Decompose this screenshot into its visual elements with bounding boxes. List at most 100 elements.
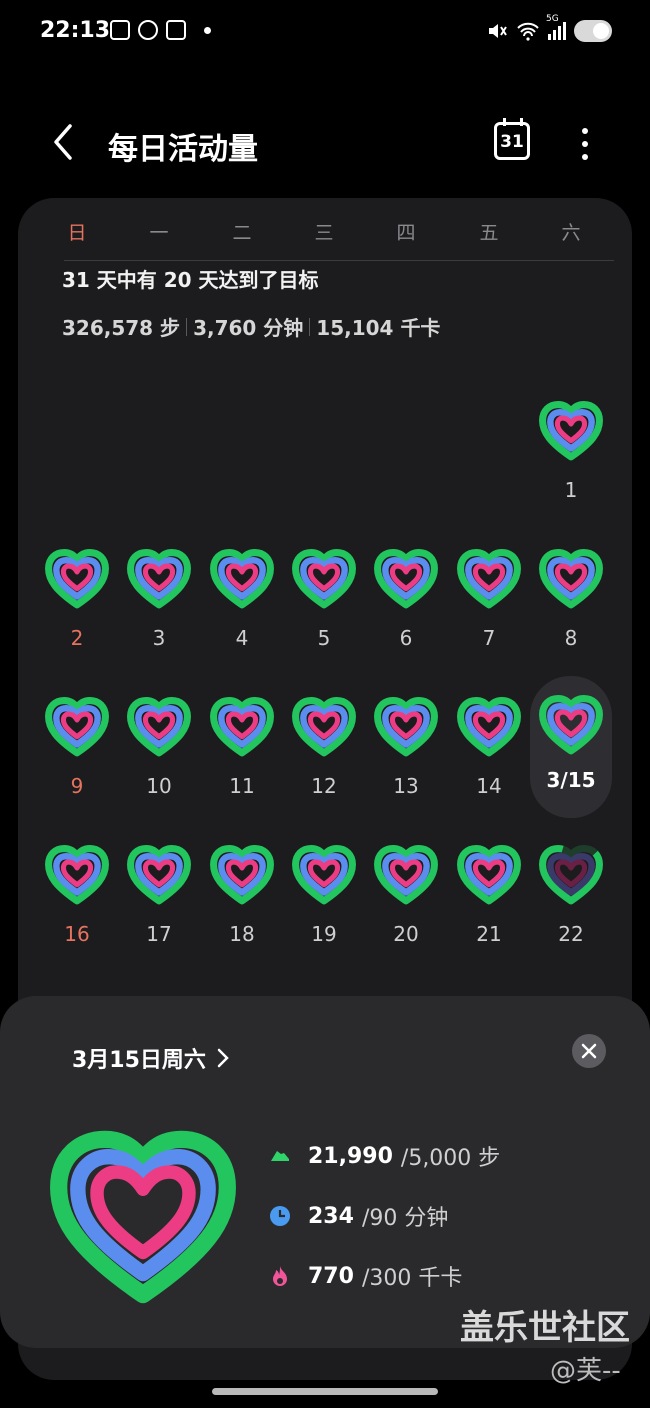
weekday-fri: 五: [479, 222, 499, 244]
wifi-icon: [517, 22, 539, 41]
status-bar: 22:13 5G: [0, 0, 650, 66]
metric-value: 770: [308, 1263, 354, 1289]
monthly-stats: 326,578 步 3,760 分钟 15,104 千卡: [62, 312, 440, 341]
chevron-right-icon: [217, 1048, 229, 1068]
calendar-day-cell[interactable]: 11: [201, 696, 283, 836]
day-detail-sheet: 3月15日周六 21,990/5,000 步 234/90 分钟 770/300 千…: [0, 996, 650, 1348]
activity-heart-icon: [457, 696, 521, 757]
activity-heart-icon: [127, 844, 191, 905]
day-number: 2: [70, 626, 84, 650]
activity-heart-icon: [539, 400, 603, 461]
day-number: 13: [393, 774, 419, 798]
calendar-day-cell[interactable]: 1: [530, 400, 612, 540]
calendar-day-cell[interactable]: 3/15: [530, 676, 612, 818]
stat-separator: [309, 317, 311, 336]
day-number: 8: [564, 626, 578, 650]
metric-row: 770/300 千卡: [268, 1260, 462, 1292]
calendar-day-cell[interactable]: 7: [448, 548, 530, 688]
day-number: 16: [64, 922, 90, 946]
home-indicator[interactable]: [212, 1388, 438, 1395]
calendar-day-cell[interactable]: 20: [365, 844, 447, 984]
watermark-brand: 盖乐世社区: [460, 1308, 630, 1348]
day-number: 18: [229, 922, 255, 946]
activity-heart-icon: [539, 694, 603, 755]
calendar-day-cell[interactable]: 2: [36, 548, 118, 688]
mute-icon: [489, 24, 507, 38]
activity-heart-icon: [374, 844, 438, 905]
day-number: 22: [558, 922, 584, 946]
activity-heart-icon: [539, 548, 603, 609]
metric-row: 21,990/5,000 步: [268, 1140, 500, 1172]
day-number: 10: [146, 774, 172, 798]
calendar-day-cell[interactable]: 22: [530, 844, 612, 984]
more-dot-icon: [582, 128, 588, 134]
more-options-button[interactable]: [570, 124, 600, 164]
calendar-day-cell[interactable]: 4: [201, 548, 283, 688]
calendar-button[interactable]: 31: [494, 118, 530, 160]
day-number: 9: [70, 774, 84, 798]
calendar-day-cell[interactable]: 17: [118, 844, 200, 984]
calendar-day-cell[interactable]: 13: [365, 696, 447, 836]
calendar-day-cell[interactable]: 8: [530, 548, 612, 688]
stat-minutes: 3,760 分钟: [193, 316, 304, 340]
activity-heart-icon: [127, 696, 191, 757]
calendar-day-cell[interactable]: 16: [36, 844, 118, 984]
calendar-icon-label: 31: [500, 132, 524, 152]
image-icon: [110, 20, 130, 40]
day-number: 17: [146, 922, 172, 946]
metric-value: 234: [308, 1203, 354, 1229]
day-number: 3/15: [546, 768, 596, 792]
status-right-icons: 5G: [486, 14, 612, 42]
watermark-user: @芙--: [550, 1356, 621, 1386]
activity-heart-icon: [210, 844, 274, 905]
activity-heart-icon: [292, 696, 356, 757]
clock-icon: [270, 1206, 290, 1226]
day-number: 3: [152, 626, 166, 650]
goal-summary: 31 天中有 20 天达到了目标: [62, 268, 319, 292]
metric-value: 21,990: [308, 1143, 393, 1169]
calendar-day-cell[interactable]: 21: [448, 844, 530, 984]
calendar-day-cell[interactable]: 9: [36, 696, 118, 836]
signal-5g-icon: 5G: [546, 14, 566, 40]
day-number: 14: [476, 774, 502, 798]
activity-heart-icon: [210, 696, 274, 757]
flame-icon: [273, 1266, 287, 1286]
back-button[interactable]: [48, 122, 78, 162]
day-number: 20: [393, 922, 419, 946]
divider: [64, 260, 614, 261]
day-number: 21: [476, 922, 502, 946]
calendar-day-cell[interactable]: 10: [118, 696, 200, 836]
activity-heart-icon: [292, 844, 356, 905]
day-number: 7: [482, 626, 496, 650]
weekday-sat: 六: [561, 222, 581, 244]
more-dot-icon: [582, 141, 588, 147]
calendar-day-cell[interactable]: 6: [365, 548, 447, 688]
stat-calories: 15,104 千卡: [316, 316, 441, 340]
calendar-day-cell[interactable]: 3: [118, 548, 200, 688]
calendar-day-cell[interactable]: 18: [201, 844, 283, 984]
day-number: 19: [311, 922, 337, 946]
activity-heart-icon: [45, 696, 109, 757]
close-button[interactable]: [572, 1034, 606, 1068]
day-number: 1: [564, 478, 578, 502]
calendar-day-cell[interactable]: 19: [283, 844, 365, 984]
day-number: 12: [311, 774, 337, 798]
metric-goal: /5,000 步: [400, 1146, 501, 1171]
weekday-sun: 日: [67, 222, 87, 244]
app-bar: 每日活动量 31: [0, 100, 650, 188]
activity-heart-icon: [374, 548, 438, 609]
activity-heart-icon: [127, 548, 191, 609]
activity-heart-icon: [210, 548, 274, 609]
activity-heart-icon: [45, 844, 109, 905]
detail-date: 3月15日周六: [72, 1048, 206, 1073]
metric-row: 234/90 分钟: [268, 1200, 448, 1232]
detail-date-link[interactable]: 3月15日周六: [72, 1042, 230, 1074]
metric-goal: /90 分钟: [361, 1206, 449, 1231]
calendar-day-cell[interactable]: 5: [283, 548, 365, 688]
shoe-icon: [271, 1151, 289, 1161]
weekday-wed: 三: [314, 222, 334, 244]
calendar-day-cell[interactable]: 12: [283, 696, 365, 836]
weekday-tue: 二: [232, 222, 252, 244]
calendar-day-cell[interactable]: 14: [448, 696, 530, 836]
weekday-thu: 四: [396, 222, 416, 244]
